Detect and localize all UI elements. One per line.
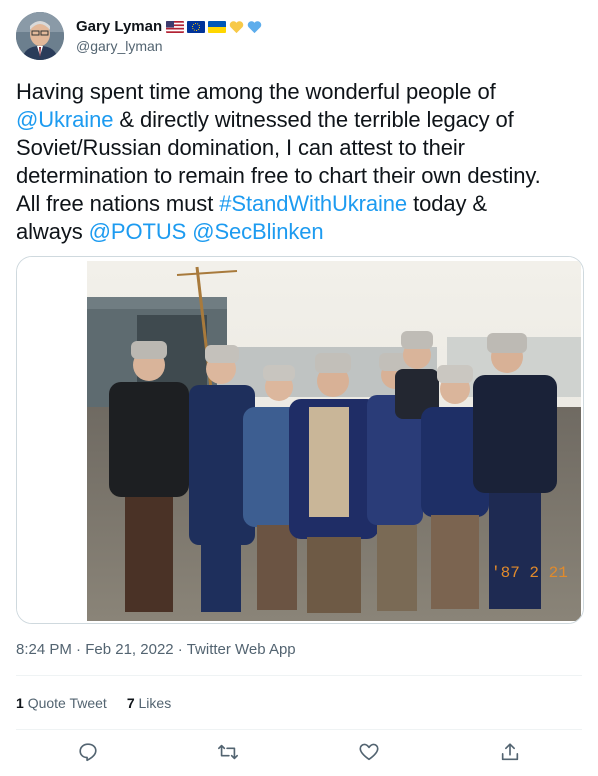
tweet-text: Having spent time among the wonderful pe… [16, 78, 586, 246]
tweet-stats: 1 Quote Tweet 7 Likes [16, 693, 171, 713]
retweet-button[interactable] [216, 740, 240, 764]
tweet-photo[interactable]: '87 2 21 [16, 256, 584, 624]
tweet-source[interactable]: Twitter Web App [187, 641, 296, 658]
tweet-date[interactable]: Feb 21, 2022 [85, 641, 173, 658]
group-photo-illustration: '87 2 21 [17, 257, 583, 623]
tweet-header: Gary Lyman @gary_lyman [16, 12, 262, 60]
tweet-meta: 8:24 PM · Feb 21, 2022 · Twitter Web App [16, 640, 296, 660]
meta-separator: · [71, 641, 86, 658]
quote-tweets-stat[interactable]: 1 Quote Tweet [16, 693, 107, 713]
name-emojis [166, 20, 262, 34]
likes-stat[interactable]: 7 Likes [127, 693, 171, 713]
handle[interactable]: @gary_lyman [76, 37, 262, 55]
yellow-heart-icon [229, 21, 244, 34]
share-icon [501, 743, 519, 761]
reply-button[interactable] [76, 740, 100, 764]
tweet-time[interactable]: 8:24 PM [16, 641, 72, 658]
display-name[interactable]: Gary Lyman [76, 17, 162, 37]
like-label: Likes [138, 695, 172, 711]
quote-label: Quote Tweet [27, 695, 107, 711]
display-name-row: Gary Lyman [76, 17, 262, 37]
share-button[interactable] [498, 740, 522, 764]
quote-count: 1 [16, 695, 24, 711]
avatar[interactable] [16, 12, 64, 60]
like-count: 7 [126, 695, 135, 711]
ukraine-flag-icon [208, 21, 227, 33]
like-button[interactable] [357, 740, 381, 764]
eu-flag-icon [187, 21, 206, 33]
tweet-text-part: Having spent time among the wonderful pe… [16, 79, 496, 104]
meta-separator: · [173, 641, 187, 658]
mention-ukraine[interactable]: @Ukraine [16, 107, 113, 132]
action-bar [16, 736, 582, 768]
reply-icon [79, 743, 97, 762]
us-flag-icon [166, 21, 185, 33]
divider [16, 729, 582, 730]
mention-secblinken[interactable]: @SecBlinken [192, 219, 323, 244]
retweet-icon [218, 744, 238, 760]
blue-heart-icon [247, 21, 262, 34]
heart-icon [359, 743, 379, 761]
mention-potus[interactable]: @POTUS [89, 219, 187, 244]
author-names: Gary Lyman @gary_lyman [76, 17, 262, 55]
hashtag-standwithukraine[interactable]: #StandWithUkraine [219, 191, 407, 216]
divider [16, 675, 582, 676]
photo-date-stamp: '87 2 21 [491, 564, 568, 582]
